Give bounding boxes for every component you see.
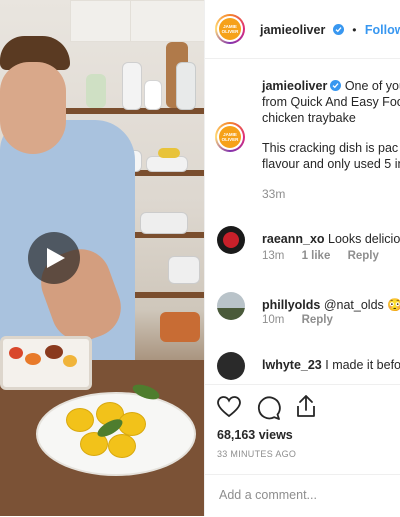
play-icon	[47, 248, 65, 268]
comment-username[interactable]: phillyolds	[262, 298, 320, 312]
post-side-panel: JAMIE OLIVER jamieoliver • Follow JAMIE …	[204, 0, 400, 516]
separator: •	[352, 23, 357, 37]
comment-text: @nat_olds 😳	[323, 298, 400, 312]
comment-username[interactable]: raeann_xo	[262, 232, 325, 246]
roasting-tray	[0, 336, 92, 390]
lemon	[108, 434, 136, 458]
jar	[144, 80, 162, 110]
comment-likes[interactable]: 1 like	[302, 250, 331, 262]
comment-text: I made it befo	[325, 358, 400, 372]
caption-text: chicken traybake	[262, 111, 356, 125]
commenter-avatar[interactable]	[217, 226, 245, 254]
verified-badge-icon	[332, 24, 344, 35]
vegetable	[25, 353, 41, 365]
post-actions	[205, 392, 400, 422]
wall-tile	[130, 0, 204, 42]
jar	[176, 62, 196, 110]
post-video[interactable]	[0, 0, 204, 516]
comment-timestamp[interactable]: 13m	[262, 250, 284, 262]
tomato	[9, 347, 23, 359]
comment-text: Looks deliciou	[328, 232, 400, 246]
view-count[interactable]: 68,163 views	[217, 428, 293, 442]
pepper	[63, 355, 77, 367]
play-button[interactable]	[28, 232, 80, 284]
commenter-avatar[interactable]	[217, 352, 245, 380]
post-header: JAMIE OLIVER jamieoliver • Follow	[205, 0, 400, 59]
avatar-logo-text: JAMIE OLIVER	[219, 18, 241, 40]
comment-timestamp[interactable]: 10m	[262, 314, 284, 326]
author-username[interactable]: jamieoliver	[260, 23, 325, 37]
comment-icon	[257, 396, 281, 420]
like-button[interactable]	[217, 396, 241, 423]
follow-button[interactable]: Follow	[365, 23, 400, 37]
post-timestamp[interactable]: 33 MINUTES AGO	[217, 449, 296, 459]
jar	[122, 62, 142, 110]
plant-pot	[86, 74, 106, 108]
chef-face	[0, 62, 66, 154]
comment-reply-button[interactable]: Reply	[302, 314, 333, 326]
comment-button[interactable]	[257, 396, 281, 425]
post-caption: jamieoliver One of you from Quick And Ea…	[262, 78, 400, 186]
verified-badge-icon	[330, 80, 342, 91]
comment-username[interactable]: lwhyte_23	[262, 358, 322, 372]
bowl	[146, 156, 188, 172]
chicken	[45, 345, 63, 359]
caption-author-avatar[interactable]: JAMIE OLIVER	[215, 122, 245, 152]
commenter-avatar[interactable]	[217, 292, 245, 320]
caption-text: This cracking dish is pac	[262, 141, 399, 155]
bowl	[168, 256, 200, 284]
share-icon	[297, 395, 315, 417]
caption-text: flavour and only used 5 in	[262, 157, 400, 171]
share-button[interactable]	[295, 394, 317, 423]
dish	[160, 312, 200, 342]
caption-text: from Quick And Easy Foo	[262, 95, 400, 109]
author-avatar[interactable]: JAMIE OLIVER	[215, 14, 245, 44]
lemon-plate	[36, 381, 196, 476]
heart-icon	[217, 396, 241, 418]
caption-username[interactable]: jamieoliver	[262, 79, 327, 93]
wall-tile	[70, 0, 132, 42]
fruit	[158, 148, 180, 158]
add-comment-bar	[205, 474, 400, 517]
avatar-logo-text: JAMIE OLIVER	[219, 126, 241, 148]
caption-text: One of you	[344, 79, 400, 93]
comment-reply-button[interactable]: Reply	[348, 250, 379, 262]
lemon	[66, 408, 94, 432]
bowl-stack	[140, 212, 188, 234]
add-comment-input[interactable]	[217, 487, 391, 503]
caption-timestamp[interactable]: 33m	[262, 187, 285, 201]
